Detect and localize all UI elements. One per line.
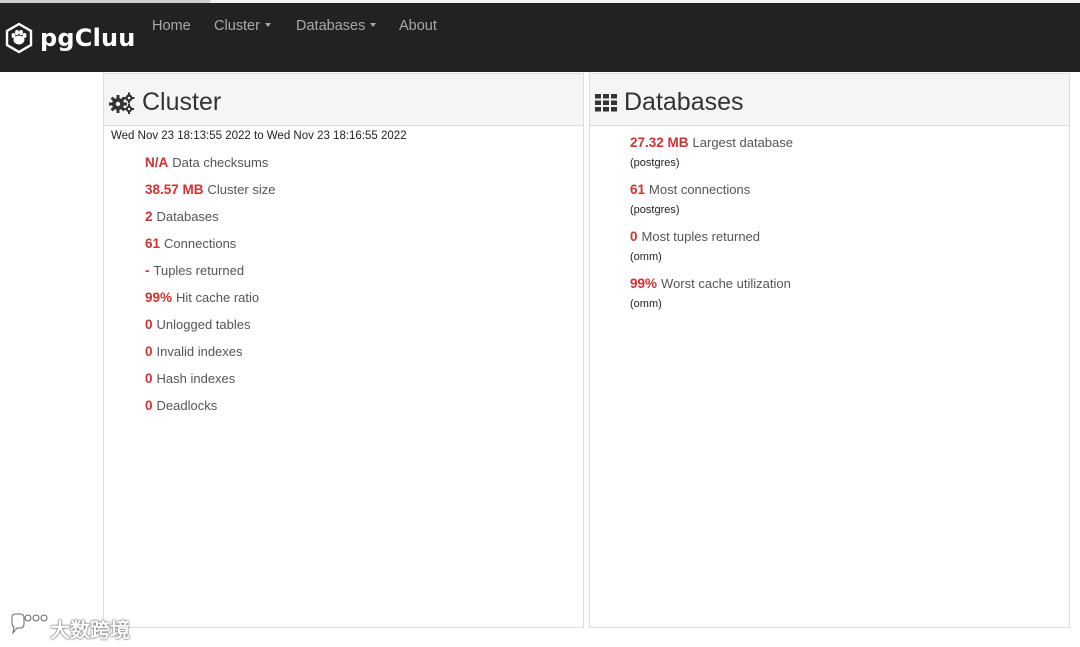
stat-value: 99% <box>145 290 173 305</box>
nav-databases-label: Databases <box>296 18 366 34</box>
stat-value: 38.57 MB <box>145 182 204 197</box>
stat-hash-indexes: 0 Hash indexes <box>145 371 235 386</box>
stat-label: Tuples returned <box>153 263 245 278</box>
nav-about[interactable]: About <box>399 18 437 34</box>
watermark: 大数跨境 <box>8 612 130 644</box>
stat-unlogged-tables: 0 Unlogged tables <box>145 317 250 332</box>
stat-label: Hit cache ratio <box>176 290 260 305</box>
nav-home-label: Home <box>152 18 191 34</box>
stat-label: Worst cache utilization <box>661 276 791 291</box>
nav-cluster-label: Cluster <box>214 18 260 34</box>
stat-value: 61 <box>145 236 161 251</box>
stat-hit-cache-ratio: 99% Hit cache ratio <box>145 290 259 305</box>
stat-value: 99% <box>630 276 658 291</box>
stat-invalid-indexes: 0 Invalid indexes <box>145 344 243 359</box>
stat-value: 0 <box>145 344 153 359</box>
databases-panel-title: Databases <box>595 88 744 117</box>
stat-value: 0 <box>145 371 153 386</box>
date-range: Wed Nov 23 18:13:55 2022 to Wed Nov 23 1… <box>111 130 407 142</box>
stat-label: Data checksums <box>172 155 269 170</box>
cluster-panel: Cluster Wed Nov 23 18:13:55 2022 to Wed … <box>103 73 584 628</box>
stat-label: Deadlocks <box>156 398 218 413</box>
grid-icon <box>595 93 617 112</box>
cluster-panel-header: Cluster <box>104 74 583 126</box>
nav-cluster-dropdown[interactable]: Cluster <box>214 18 271 34</box>
stat-label: Connections <box>164 236 237 251</box>
elephant-hexagon-icon <box>4 22 34 54</box>
stat-label: Cluster size <box>207 182 276 197</box>
stat-label: Unlogged tables <box>156 317 251 332</box>
stat-value: N/A <box>145 155 169 170</box>
stat-label: Invalid indexes <box>156 344 243 359</box>
databases-title-text: Databases <box>624 88 744 116</box>
brand-name: pgCluu <box>40 24 136 52</box>
stat-data-checksums: N/A Data checksums <box>145 155 268 170</box>
stat-cluster-size: 38.57 MB Cluster size <box>145 182 275 197</box>
cluster-title-text: Cluster <box>142 88 222 116</box>
watermark-text: 大数跨境 <box>50 619 130 642</box>
databases-panel-header: Databases <box>590 74 1069 126</box>
stat-db-name: (postgres) <box>630 157 680 169</box>
stat-value: - <box>145 263 150 278</box>
stat-databases: 2 Databases <box>145 209 219 224</box>
stat-most-tuples-returned: 0 Most tuples returned <box>630 229 760 244</box>
stat-db-name: (postgres) <box>630 204 680 216</box>
stat-label: Most connections <box>649 182 751 197</box>
brand-link[interactable]: pgCluu <box>4 20 136 56</box>
chat-bubble-icon <box>8 612 48 644</box>
gears-icon <box>109 92 135 114</box>
stat-value: 2 <box>145 209 153 224</box>
databases-panel: Databases 27.32 MB Largest database (post… <box>589 73 1070 628</box>
navbar: pgCluu Home Cluster Databases About <box>0 3 1080 72</box>
stat-tuples-returned: - Tuples returned <box>145 263 244 278</box>
stat-deadlocks: 0 Deadlocks <box>145 398 217 413</box>
stat-label: Hash indexes <box>156 371 236 386</box>
stat-value: 27.32 MB <box>630 135 689 150</box>
stat-worst-cache-utilization: 99% Worst cache utilization <box>630 276 791 291</box>
cluster-panel-title: Cluster <box>109 88 221 117</box>
stat-value: 0 <box>630 229 638 244</box>
stat-value: 0 <box>145 398 153 413</box>
stat-value: 61 <box>630 182 646 197</box>
nav-about-label: About <box>399 18 437 34</box>
stat-largest-database: 27.32 MB Largest database <box>630 135 793 150</box>
nav-home[interactable]: Home <box>152 18 191 34</box>
stat-connections: 61 Connections <box>145 236 236 251</box>
stat-most-connections: 61 Most connections <box>630 182 750 197</box>
stat-value: 0 <box>145 317 153 332</box>
nav-databases-dropdown[interactable]: Databases <box>296 18 377 34</box>
stat-label: Most tuples returned <box>641 229 761 244</box>
stat-label: Databases <box>156 209 219 224</box>
stat-db-name: (omm) <box>630 298 662 310</box>
stat-db-name: (omm) <box>630 251 662 263</box>
caret-down-icon <box>264 23 271 27</box>
caret-down-icon <box>370 23 377 27</box>
stat-label: Largest database <box>692 135 793 150</box>
